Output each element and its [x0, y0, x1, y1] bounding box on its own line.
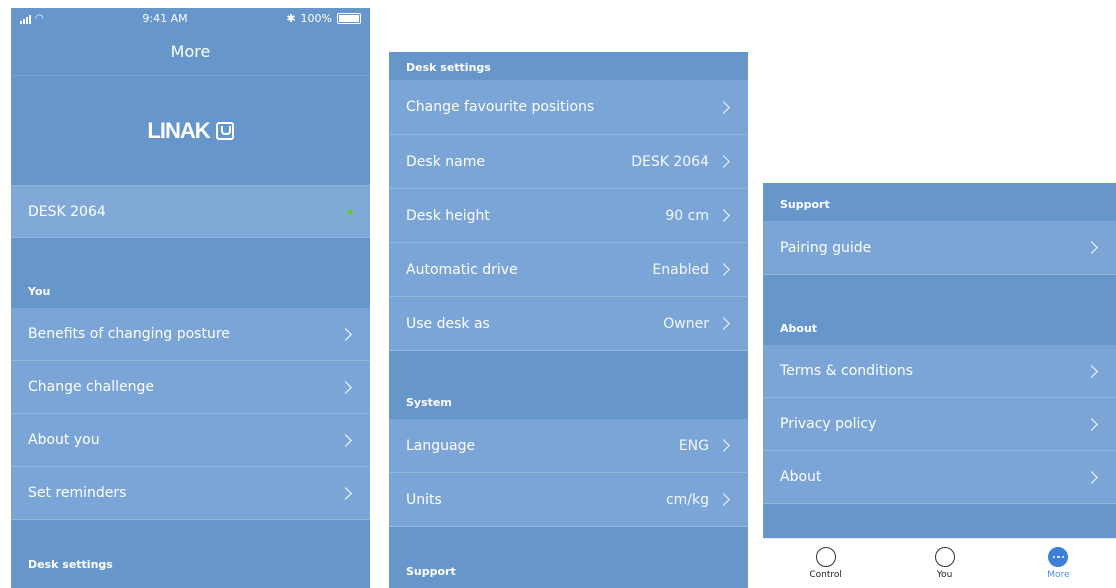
logo-mark-icon [215, 121, 234, 140]
list-item-about[interactable]: Terms & conditions [763, 345, 1116, 398]
bluetooth-icon: ✱ [286, 11, 296, 25]
wifi-icon: ◠ [35, 12, 44, 24]
list-item-label: Units [406, 491, 442, 508]
tab-bar: Control You More [763, 538, 1116, 588]
list-item-label: Benefits of changing posture [28, 326, 230, 342]
status-bar: ◠ 9:41 AM ✱ 100% [11, 8, 370, 28]
chevron-right-icon [339, 433, 352, 447]
signal-wifi: ◠ [20, 13, 44, 24]
list-item-desk[interactable]: Automatic drive Enabled [389, 243, 748, 297]
chevron-right-icon [339, 327, 352, 341]
section-system: System [389, 351, 748, 419]
chevron-right-icon [717, 155, 730, 168]
chevron-right-icon [1085, 364, 1098, 378]
section-you: You [11, 238, 370, 308]
connected-desk-name: DESK 2064 [28, 203, 106, 220]
list-item-label: Change favourite positions [406, 99, 595, 115]
chevron-right-icon [717, 317, 730, 330]
list-item-label: About [780, 469, 822, 485]
list-item-label: Desk name [406, 153, 485, 170]
list-item-you[interactable]: Change challenge [11, 361, 370, 414]
list-item-value: 90 cm [665, 207, 709, 224]
chevron-right-icon [717, 209, 730, 222]
list-item-value: Owner [663, 315, 709, 332]
list-item-about[interactable]: Privacy policy [763, 398, 1116, 451]
list-item-system[interactable]: Units cm/kg [389, 473, 748, 527]
logo-area: LINAK [11, 76, 370, 186]
list-item-label: Terms & conditions [780, 363, 914, 379]
list-item-value: Enabled [652, 261, 709, 278]
list-item-you[interactable]: Benefits of changing posture [11, 308, 370, 361]
section-support: Support [389, 527, 748, 588]
list-item-label: Language [406, 437, 476, 454]
list-item-desk[interactable]: Desk height 90 cm [389, 189, 748, 243]
list-item-desk[interactable]: Use desk as Owner [389, 297, 748, 351]
screen-more-bottom: Support Pairing guide About Terms & cond… [763, 183, 1116, 588]
list-item-desk[interactable]: Desk name DESK 2064 [389, 135, 748, 189]
list-item-label: About you [28, 432, 100, 448]
user-icon [934, 547, 955, 567]
chevron-right-icon [339, 486, 352, 500]
section-about: About [763, 275, 1116, 345]
list-item-value: ENG [678, 437, 709, 454]
chevron-right-icon [1085, 470, 1098, 484]
list-item-label: Use desk as [406, 315, 490, 332]
list-item-label: Set reminders [28, 485, 127, 501]
list-item-label: Change challenge [28, 379, 154, 395]
tab-label: More [1047, 570, 1070, 580]
list-item-about[interactable]: About [763, 451, 1116, 504]
tab-label: Control [809, 570, 842, 580]
logo-text: LINAK [147, 117, 210, 143]
chevron-right-icon [717, 493, 730, 506]
tab-more[interactable]: More [1047, 547, 1070, 580]
chevron-right-icon [339, 380, 352, 394]
tab-you[interactable]: You [934, 547, 955, 580]
list-item-support[interactable]: Pairing guide [763, 221, 1116, 275]
linak-logo: LINAK [147, 117, 234, 144]
chevron-right-icon [1085, 417, 1098, 431]
battery-percent: 100% [300, 11, 332, 25]
list-item-desk[interactable]: Change favourite positions [389, 80, 748, 135]
list-item-system[interactable]: Language ENG [389, 419, 748, 473]
list-item-value: cm/kg [665, 491, 709, 508]
page-title: More [11, 28, 370, 76]
control-icon [815, 547, 836, 567]
connected-desk-row[interactable]: DESK 2064 [11, 186, 370, 238]
screen-more-middle: Desk settings Change favourite positions… [389, 52, 748, 588]
tab-control[interactable]: Control [809, 547, 842, 580]
list-item-value: DESK 2064 [631, 153, 709, 170]
list-item-you[interactable]: Set reminders [11, 467, 370, 520]
section-support: Support [763, 183, 1116, 221]
section-desk-settings: Desk settings [11, 520, 370, 581]
list-item-label: Automatic drive [406, 261, 518, 278]
chevron-right-icon [717, 263, 730, 276]
connection-status-icon [347, 208, 353, 215]
status-right: ✱ 100% [286, 12, 361, 25]
more-icon [1048, 547, 1069, 567]
list-item-label: Desk height [406, 207, 490, 224]
chevron-right-icon [717, 100, 730, 114]
tab-label: You [936, 570, 953, 580]
section-desk-settings: Desk settings [389, 52, 748, 80]
list-item-you[interactable]: About you [11, 414, 370, 467]
chevron-right-icon [1085, 241, 1098, 254]
signal-icon [20, 14, 31, 24]
screen-more-top: ◠ 9:41 AM ✱ 100% More LINAK DESK 2064 Yo… [11, 8, 370, 588]
list-item-label: Privacy policy [780, 416, 877, 432]
chevron-right-icon [717, 439, 730, 452]
list-item-label: Pairing guide [780, 239, 872, 256]
battery-icon [337, 12, 361, 24]
status-time: 9:41 AM [142, 11, 188, 25]
